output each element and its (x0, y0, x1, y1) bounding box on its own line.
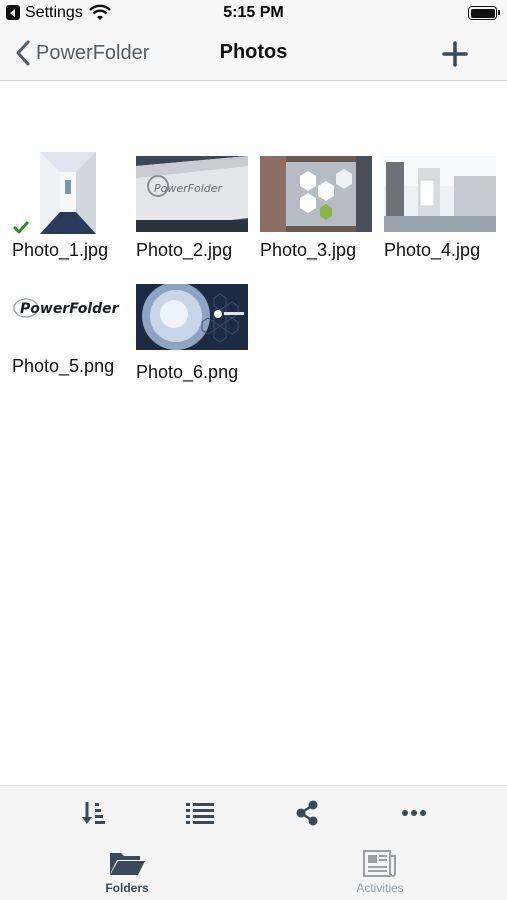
share-button[interactable] (292, 798, 322, 828)
photo-6-thumbnail (136, 284, 248, 350)
file-item[interactable]: Photo_1.jpg (12, 152, 128, 262)
list-view-button[interactable] (185, 798, 215, 828)
tab-bar: Folders Activities (0, 841, 507, 900)
sort-button[interactable] (78, 798, 108, 828)
sort-icon (82, 802, 105, 824)
file-grid: Photo_1.jpg PowerFolder Photo_2.jpg Phot… (0, 80, 507, 785)
clock: 5:15 PM (223, 4, 284, 21)
file-name: Photo_3.jpg (260, 240, 357, 260)
status-bar: Settings 5:15 PM (0, 0, 507, 28)
thumbnail-brand-text: PowerFolder (154, 182, 224, 195)
file-item[interactable]: PowerFolder Photo_2.jpg (136, 152, 252, 262)
photo-2-thumbnail: PowerFolder (136, 156, 248, 232)
tab-folders[interactable]: Folders (57, 847, 197, 900)
synced-check-icon (13, 221, 29, 234)
file-name: Photo_4.jpg (384, 240, 481, 260)
add-button[interactable] (441, 40, 469, 68)
tab-label: Activities (356, 881, 404, 895)
news-icon (363, 850, 396, 877)
file-name: Photo_1.jpg (12, 240, 109, 260)
folder-icon (110, 853, 145, 875)
navigation-bar: PowerFolder Photos (0, 28, 507, 81)
photo-1-thumbnail (40, 152, 96, 234)
file-item[interactable]: Photo_3.jpg (260, 152, 376, 262)
file-item[interactable]: Photo_4.jpg (384, 152, 500, 262)
file-name: Photo_2.jpg (136, 240, 233, 260)
page-title: Photos (219, 41, 288, 63)
share-icon (296, 800, 318, 826)
file-name: Photo_6.png (136, 362, 239, 382)
more-icon (402, 810, 426, 816)
tab-label: Folders (105, 881, 149, 895)
list-view-icon (186, 803, 214, 824)
photo-5-thumbnail: PowerFolder (12, 286, 126, 330)
file-item[interactable]: PowerFolder Photo_5.png (12, 278, 128, 388)
logo-text: PowerFolder (20, 301, 120, 317)
battery-icon (468, 6, 500, 20)
tab-activities[interactable]: Activities (310, 847, 450, 900)
photo-4-thumbnail (384, 156, 496, 232)
file-name: Photo_5.png (12, 356, 115, 376)
file-item[interactable]: Photo_6.png (136, 278, 252, 388)
more-button[interactable] (399, 798, 429, 828)
bottom-toolbar (0, 785, 507, 842)
photo-3-thumbnail (260, 156, 372, 232)
